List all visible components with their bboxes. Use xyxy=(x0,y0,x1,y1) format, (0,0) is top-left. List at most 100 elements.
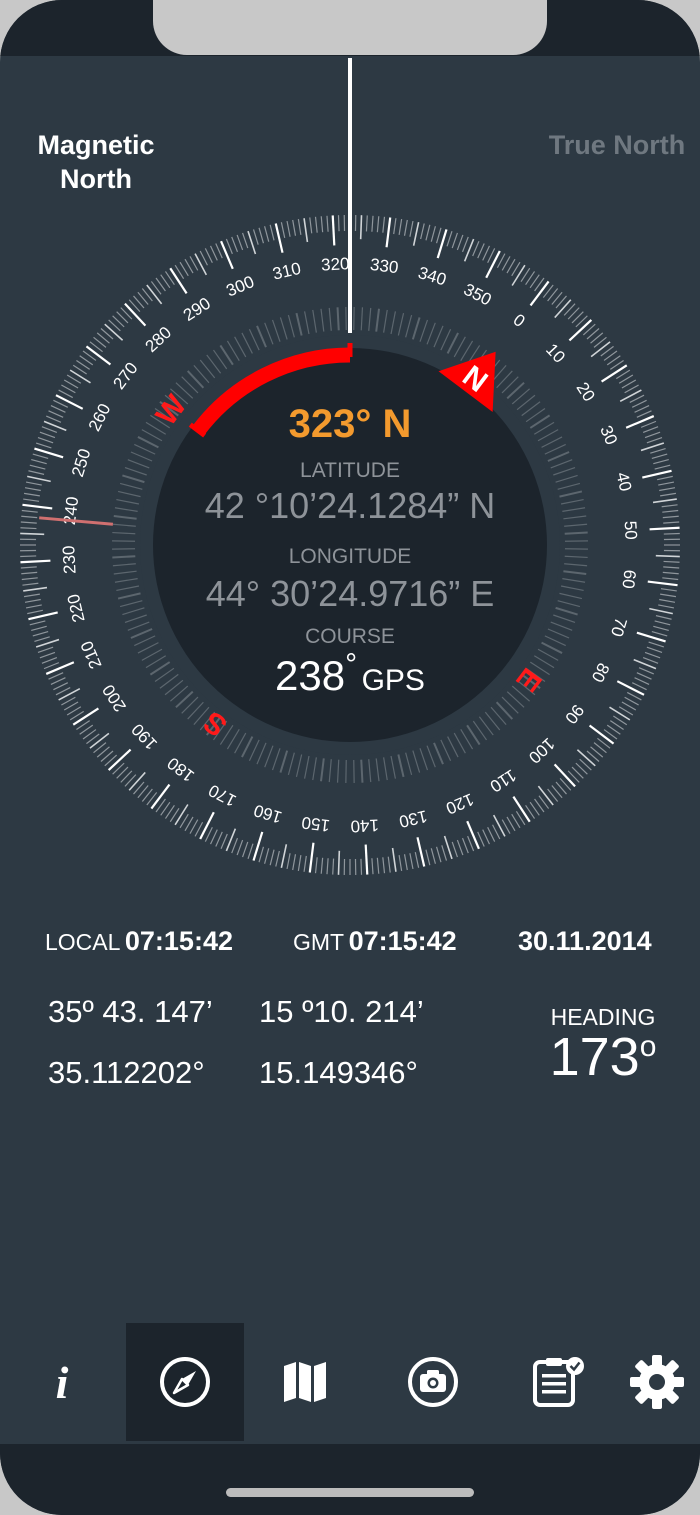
tick-mark xyxy=(385,217,392,248)
inner-tick-mark xyxy=(564,555,588,559)
tick-mark xyxy=(21,577,38,581)
inner-tick-mark xyxy=(117,592,141,600)
latitude-degrees-minutes: 35º 43. 147’ xyxy=(48,994,213,1029)
inner-tick-mark xyxy=(114,507,138,512)
degree-label: 140 xyxy=(350,815,379,835)
tick-mark xyxy=(651,630,668,637)
nav-info-button[interactable]: i xyxy=(3,1323,121,1441)
nav-map-button[interactable] xyxy=(246,1323,364,1441)
tick-mark xyxy=(651,453,668,460)
degree-label: 20 xyxy=(573,379,599,405)
tick-mark xyxy=(41,426,58,434)
tick-mark xyxy=(409,220,414,237)
inner-tick-mark xyxy=(130,628,153,639)
tick-mark xyxy=(621,379,637,389)
tick-mark xyxy=(204,826,213,842)
tick-mark xyxy=(269,849,275,866)
tick-mark xyxy=(169,267,188,294)
tick-mark xyxy=(247,843,254,860)
tick-mark xyxy=(663,521,680,524)
tick-mark xyxy=(638,667,655,675)
inner-tick-mark xyxy=(397,312,405,336)
inner-tick-mark xyxy=(113,515,137,520)
tick-mark xyxy=(501,256,511,271)
tick-mark xyxy=(258,846,265,863)
date-value: 30.11.2014 xyxy=(518,926,652,956)
tick-mark xyxy=(658,481,675,486)
tick-mark xyxy=(663,532,680,535)
inner-tick-mark xyxy=(117,490,141,498)
tick-mark xyxy=(631,399,647,408)
tick-mark xyxy=(184,258,194,274)
inner-tick-mark xyxy=(557,600,581,608)
tick-mark xyxy=(654,464,671,470)
local-time: LOCAL 07:15:42 xyxy=(45,926,233,957)
tick-mark xyxy=(22,582,39,586)
tick-mark xyxy=(631,682,647,691)
tick-mark xyxy=(467,835,475,852)
inner-tick-mark xyxy=(264,745,274,768)
tick-mark xyxy=(650,447,666,454)
tick-mark xyxy=(25,604,42,609)
tick-mark xyxy=(252,229,259,245)
tick-mark xyxy=(292,219,297,236)
course-degrees: 238 xyxy=(275,652,346,699)
home-indicator xyxy=(226,1488,474,1497)
tick-mark xyxy=(646,646,663,654)
inner-tick-mark xyxy=(234,336,247,358)
inner-tick-mark xyxy=(122,607,145,616)
latitude-value: 42 °10’24.1284” N xyxy=(204,485,496,526)
inner-tick-mark xyxy=(383,757,388,781)
nav-compass-button[interactable] xyxy=(126,1323,244,1441)
tick-mark xyxy=(48,410,64,418)
tick-mark xyxy=(37,646,54,654)
tick-mark xyxy=(636,672,652,680)
tick-mark xyxy=(29,620,46,626)
tick-mark xyxy=(69,369,91,384)
degree-label: 50 xyxy=(621,520,641,540)
tick-mark xyxy=(624,696,639,706)
tick-mark xyxy=(403,219,408,236)
tick-mark xyxy=(371,858,374,875)
device-screen: Magnetic North True North 0 10 20 30 40 50 60 7… xyxy=(0,0,700,1515)
tick-mark xyxy=(644,431,661,439)
degree-label: 150 xyxy=(301,813,331,835)
tick-mark xyxy=(48,672,64,680)
tick-mark xyxy=(220,240,234,270)
tick-mark xyxy=(280,222,286,238)
tick-mark xyxy=(314,216,318,233)
tick-mark xyxy=(34,636,50,643)
longitude-decimal: 15.149346° xyxy=(259,1055,418,1090)
course-label: COURSE xyxy=(305,625,395,648)
degree-label: 40 xyxy=(612,470,635,493)
tick-mark xyxy=(31,459,47,465)
tick-mark xyxy=(23,586,48,592)
tick-mark xyxy=(461,236,469,253)
tick-mark xyxy=(241,232,249,249)
inner-tick-mark xyxy=(390,755,397,779)
inner-tick-mark xyxy=(119,482,143,490)
inner-tick-mark xyxy=(234,732,247,754)
tick-mark xyxy=(25,481,42,486)
tick-mark xyxy=(420,223,425,240)
tick-mark xyxy=(241,841,249,858)
inner-tick-mark xyxy=(426,745,436,768)
tick-mark xyxy=(63,701,79,711)
inner-tick-mark xyxy=(405,314,413,338)
tick-mark xyxy=(382,216,386,233)
tick-mark xyxy=(45,661,75,675)
inner-tick-mark xyxy=(440,329,452,351)
tick-mark xyxy=(204,248,213,264)
tick-mark xyxy=(487,826,496,842)
tick-mark xyxy=(655,554,680,558)
tick-mark xyxy=(209,829,218,845)
degree-label: 0 xyxy=(510,310,529,331)
tick-mark xyxy=(21,509,38,513)
tick-mark xyxy=(32,453,49,460)
nav-settings-button[interactable] xyxy=(598,1323,700,1441)
tick-mark xyxy=(292,854,297,871)
tick-mark xyxy=(425,849,431,866)
nav-camera-button[interactable] xyxy=(374,1323,492,1441)
inner-tick-mark xyxy=(564,563,588,567)
tick-mark xyxy=(653,625,669,631)
